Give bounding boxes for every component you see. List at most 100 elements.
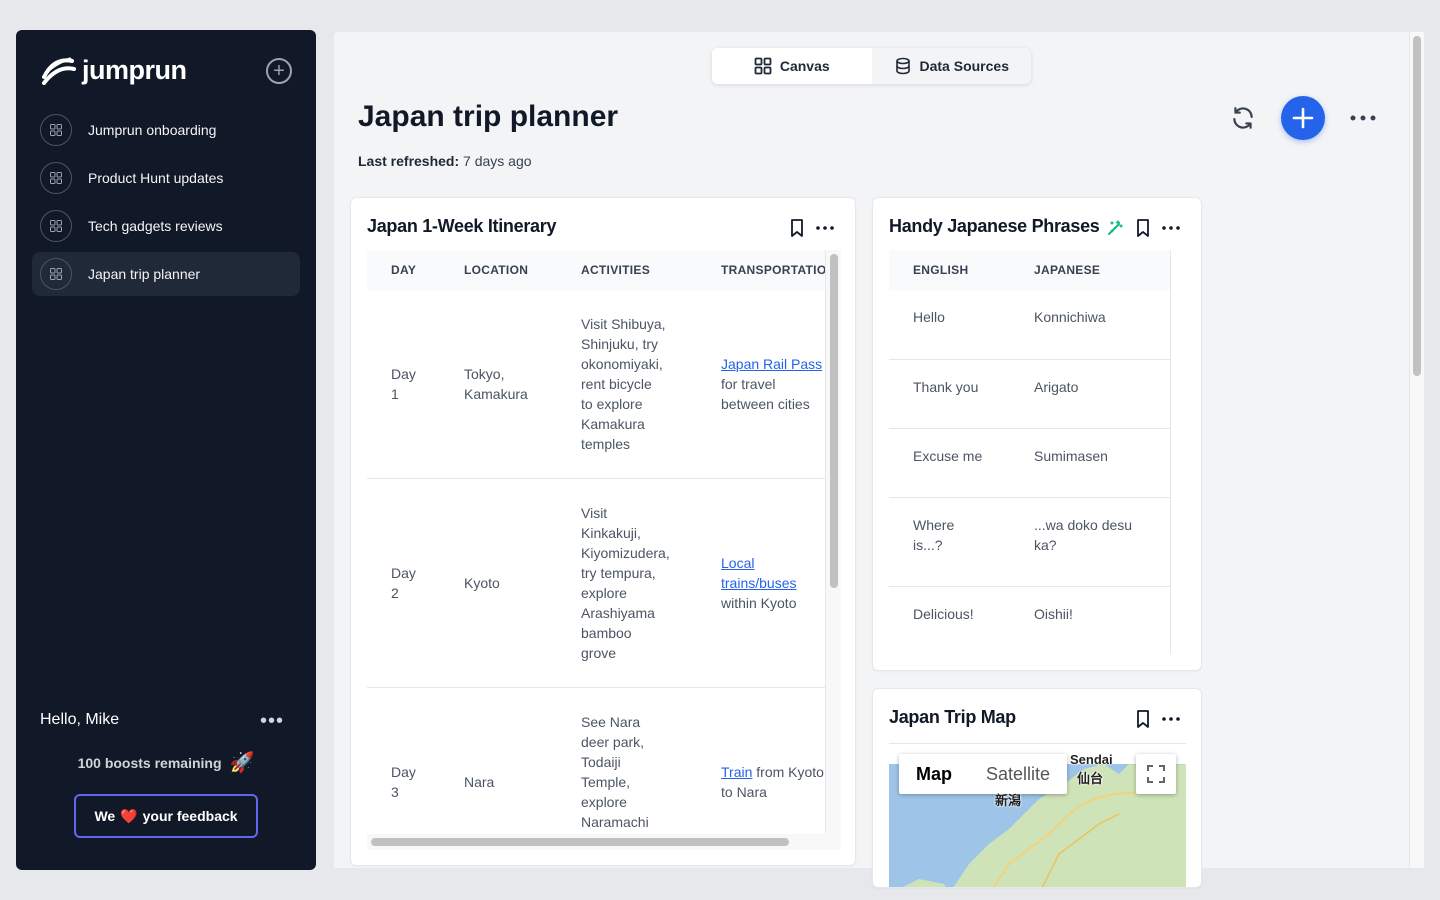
card-more-icon[interactable] xyxy=(1161,709,1181,729)
plus-icon xyxy=(1292,107,1314,129)
column-header[interactable]: LOCATION xyxy=(464,250,581,290)
table-row[interactable]: Excuse me Sumimasen xyxy=(889,428,1170,498)
bookmark-icon[interactable] xyxy=(1133,709,1153,729)
card-more-icon[interactable] xyxy=(815,218,835,238)
english-cell: Delicious! xyxy=(889,586,1034,654)
activity-line: to explore xyxy=(581,395,643,412)
scrollbar-thumb[interactable] xyxy=(830,254,838,588)
table-row[interactable]: Day 3 Nara See Nara deer park, Todaiji Te… xyxy=(367,687,825,834)
day-cell: Day 2 xyxy=(367,478,464,688)
japanese-cell: Oishii! xyxy=(1034,586,1170,654)
activity-line: Temple, xyxy=(581,774,631,790)
map-title: Japan Trip Map xyxy=(889,707,1016,727)
transport-link[interactable]: Train xyxy=(721,764,752,780)
sidebar-item-japan-trip-planner[interactable]: Japan trip planner xyxy=(32,252,300,296)
heart-icon: ❤️ xyxy=(120,807,138,824)
phrases-card: Handy Japanese Phrases ENGLISH JAPANESE … xyxy=(872,197,1202,671)
last-refreshed-value: 7 days ago xyxy=(463,153,532,169)
day-text: Day xyxy=(391,365,416,382)
table-vertical-scrollbar[interactable] xyxy=(825,250,841,834)
activity-line: explore xyxy=(581,794,627,810)
japanese-text: ka? xyxy=(1034,536,1057,553)
page-scrollbar-thumb[interactable] xyxy=(1413,36,1421,376)
itinerary-table: DAY LOCATION ACTIVITIES TRANSPORTATIO Da… xyxy=(367,250,825,834)
day-number: 3 xyxy=(391,784,399,800)
feedback-button[interactable]: We ❤️ your feedback xyxy=(74,794,258,838)
card-more-icon[interactable] xyxy=(1161,218,1181,238)
activity-line: Visit xyxy=(581,504,608,521)
transportation-cell: Japan Rail Pass for travel between citie… xyxy=(721,290,825,479)
refresh-button[interactable] xyxy=(1227,102,1259,134)
activity-line: deer park, xyxy=(581,734,645,750)
map-view[interactable]: Map Satellite Sendai 仙台 新潟 xyxy=(889,743,1186,887)
tab-data-sources[interactable]: Data Sources xyxy=(871,48,1031,84)
scrollbar-thumb[interactable] xyxy=(371,838,789,846)
feedback-label-pre: We xyxy=(94,808,116,824)
table-header-row: ENGLISH JAPANESE xyxy=(889,250,1170,290)
transportation-cell: Train from Kyoto to Nara xyxy=(721,687,825,834)
phrases-table: ENGLISH JAPANESE Hello Konnichiwa Thank … xyxy=(889,250,1170,654)
activity-line: try tempura, xyxy=(581,564,656,581)
refresh-icon xyxy=(1233,107,1253,129)
jumprun-logo[interactable]: jumprun xyxy=(40,54,187,86)
activity-line: bamboo xyxy=(581,624,632,641)
tab-canvas[interactable]: Canvas xyxy=(712,48,872,84)
sidebar-item-jumprun-onboarding[interactable]: Jumprun onboarding xyxy=(32,108,300,152)
grid-icon xyxy=(40,258,72,290)
transport-link[interactable]: trains/buses xyxy=(721,575,796,591)
english-text: is...? xyxy=(913,536,943,553)
map-type-satellite[interactable]: Satellite xyxy=(969,754,1067,794)
transport-text: from Kyoto xyxy=(752,764,824,780)
bookmark-icon[interactable] xyxy=(787,218,807,238)
page-more-options-icon[interactable] xyxy=(1348,104,1378,132)
table-row[interactable]: Day 2 Kyoto Visit Kinkakuji, Kiyomizudera… xyxy=(367,478,825,688)
day-cell: Day 1 xyxy=(367,290,464,479)
transport-link[interactable]: Local xyxy=(721,555,754,571)
activity-line: grove xyxy=(581,644,617,661)
location-cell: Nara xyxy=(464,687,581,834)
english-cell: Excuse me xyxy=(889,428,1034,498)
activity-line: Shinjuku, try xyxy=(581,335,659,352)
japanese-cell: Sumimasen xyxy=(1034,428,1170,498)
sidebar-item-tech-gadgets-reviews[interactable]: Tech gadgets reviews xyxy=(32,204,300,248)
transport-link[interactable]: Japan Rail Pass xyxy=(721,356,822,372)
column-header[interactable]: DAY xyxy=(367,250,464,290)
table-header-row: DAY LOCATION ACTIVITIES TRANSPORTATIO xyxy=(367,250,825,290)
location-cell: Tokyo, Kamakura xyxy=(464,290,581,479)
page-scrollbar[interactable] xyxy=(1409,32,1424,868)
table-row[interactable]: Where is...? ...wa doko desu ka? xyxy=(889,497,1170,587)
column-header[interactable]: TRANSPORTATIO xyxy=(721,250,825,290)
bookmark-icon[interactable] xyxy=(1133,218,1153,238)
grid-icon xyxy=(40,162,72,194)
sidebar-item-label: Jumprun onboarding xyxy=(88,122,217,138)
activity-line: Arashiyama xyxy=(581,604,655,621)
table-row[interactable]: Day 1 Tokyo, Kamakura Visit Shibuya, Shinj… xyxy=(367,290,825,479)
activity-line: explore xyxy=(581,584,627,601)
table-row[interactable]: Hello Konnichiwa xyxy=(889,290,1170,360)
last-refreshed-label: Last refreshed: xyxy=(358,153,460,169)
user-menu-more-icon[interactable]: ••• xyxy=(260,710,284,733)
sidebar-item-product-hunt-updates[interactable]: Product Hunt updates xyxy=(32,156,300,200)
sidebar-item-label: Tech gadgets reviews xyxy=(88,218,223,234)
table-row[interactable]: Thank you Arigato xyxy=(889,359,1170,429)
table-horizontal-scrollbar[interactable] xyxy=(367,834,841,850)
day-text: Day xyxy=(391,764,416,780)
user-greeting: Hello, Mike xyxy=(40,711,120,728)
map-type-map[interactable]: Map xyxy=(899,754,969,794)
transportation-cell: Local trains/buses within Kyoto xyxy=(721,478,825,688)
day-cell: Day 3 xyxy=(367,687,464,834)
column-header[interactable]: JAPANESE xyxy=(1034,250,1170,290)
add-workspace-icon[interactable]: + xyxy=(266,58,292,84)
magic-wand-icon[interactable] xyxy=(1105,218,1125,238)
transport-text: to Nara xyxy=(721,784,767,800)
table-row[interactable]: Delicious! Oishii! xyxy=(889,586,1170,654)
fullscreen-icon[interactable] xyxy=(1136,754,1176,794)
add-widget-button[interactable] xyxy=(1281,96,1325,140)
column-header[interactable]: ENGLISH xyxy=(889,250,1034,290)
day-number: 1 xyxy=(391,385,399,402)
tab-canvas-label: Canvas xyxy=(779,58,830,74)
transport-text: within Kyoto xyxy=(721,594,797,611)
english-cell: Where is...? xyxy=(889,497,1034,587)
column-header[interactable]: ACTIVITIES xyxy=(581,250,721,290)
phrases-title: Handy Japanese Phrases xyxy=(889,216,1100,236)
